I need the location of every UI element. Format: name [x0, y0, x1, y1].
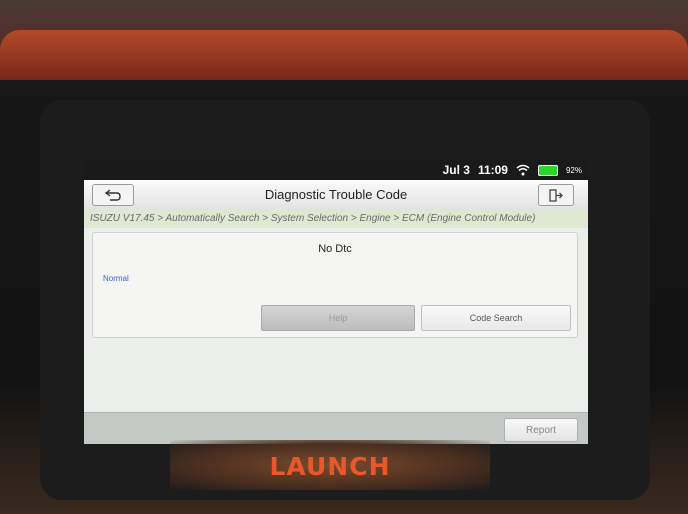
brand-logo: LAUNCH: [269, 452, 391, 481]
ecu-state-label: Normal: [103, 274, 129, 283]
page-title: Diagnostic Trouble Code: [264, 187, 408, 202]
device-screen: Jul 3 11:09 92% Diagnostic Trouble Code …: [84, 160, 588, 444]
battery-icon: [537, 164, 558, 176]
status-bar: Jul 3 11:09 92%: [84, 160, 588, 180]
dtc-status-text: No Dtc: [318, 243, 352, 255]
wifi-icon: [516, 164, 530, 176]
breadcrumb: ISUZU V17.45 > Automatically Search > Sy…: [84, 210, 588, 228]
report-button[interactable]: Report: [504, 418, 578, 442]
status-time: 11:09: [477, 163, 508, 177]
dtc-panel: No Dtc Normal Help Code Search: [92, 232, 578, 338]
exit-button[interactable]: [538, 184, 574, 206]
status-date: Jul 3: [442, 163, 470, 177]
title-bar: Diagnostic Trouble Code: [84, 180, 588, 211]
help-button[interactable]: Help: [261, 305, 415, 331]
code-search-button[interactable]: Code Search: [421, 305, 571, 331]
battery-percent: 92%: [565, 165, 582, 175]
exit-icon: [549, 188, 563, 202]
